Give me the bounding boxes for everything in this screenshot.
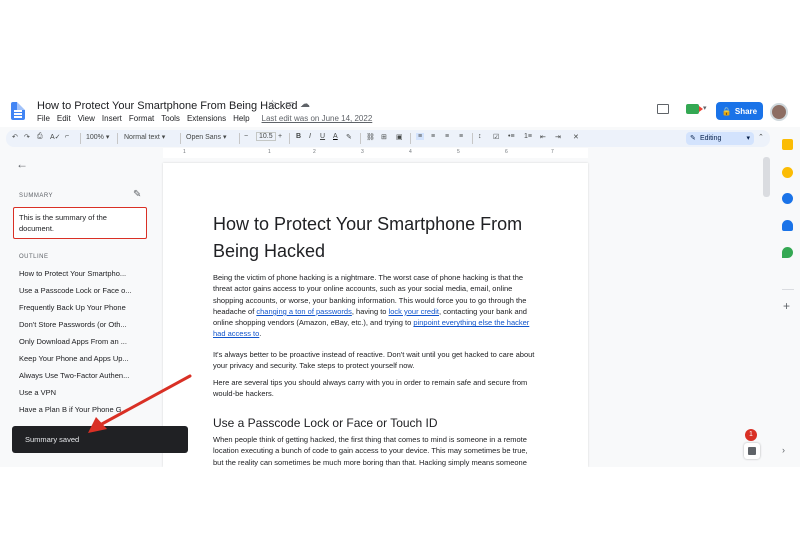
app-window: How to Protect Your Smartphone From Bein… [0,95,800,467]
annotation-arrow [88,374,192,433]
